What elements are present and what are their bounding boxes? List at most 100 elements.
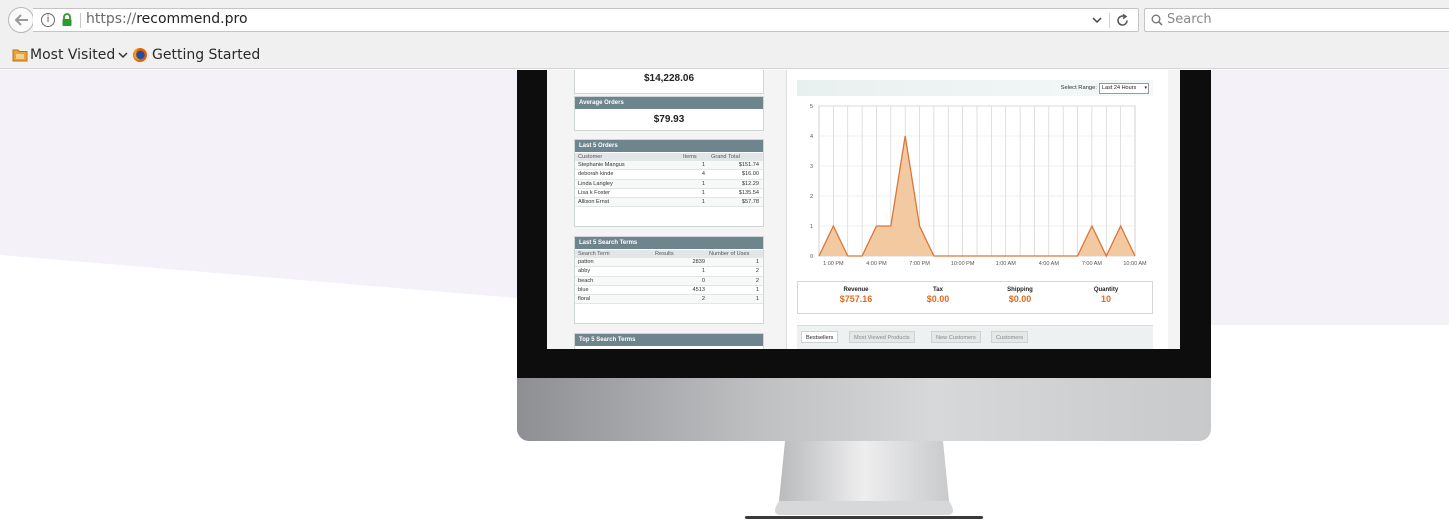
url-separator bbox=[80, 13, 81, 28]
items-cell: 4 bbox=[701, 171, 705, 178]
customer-cell: Lisa k Foster bbox=[578, 189, 611, 196]
total-quantity: Quantity 10 bbox=[1066, 287, 1146, 304]
tab-bestsellers[interactable]: Bestsellers bbox=[801, 331, 839, 343]
average-orders-card: Average Orders $79.93 bbox=[574, 96, 764, 131]
range-select[interactable]: Last 24 Hours ▾ bbox=[1099, 83, 1149, 94]
search-input[interactable]: Search bbox=[1167, 12, 1212, 27]
x-tick-label: 1:00 PM bbox=[823, 261, 844, 267]
total-value: $0.00 bbox=[1008, 294, 1032, 304]
dashboard-screen: $14,228.06 Average Orders $79.93 Last 5 … bbox=[547, 70, 1180, 349]
last-orders-table: Customer Items Grand Total Stephanie Man… bbox=[575, 153, 763, 208]
total-label: Revenue bbox=[843, 287, 869, 293]
y-tick-label: 1 bbox=[810, 224, 813, 230]
bookmarks-toolbar: Most Visited Getting Started bbox=[0, 40, 1449, 69]
search-icon bbox=[1151, 14, 1163, 26]
table-row[interactable]: Lisa k Foster 1 $135.54 bbox=[575, 188, 763, 199]
y-tick-label: 3 bbox=[810, 164, 813, 170]
url-text[interactable]: https://recommend.pro bbox=[86, 11, 248, 27]
table-row[interactable]: deborah kinde 4 $16.00 bbox=[575, 170, 763, 180]
total-tax: Tax $0.00 bbox=[898, 287, 978, 304]
page-content: $14,228.06 Average Orders $79.93 Last 5 … bbox=[0, 70, 1449, 522]
average-orders-title: Average Orders bbox=[575, 97, 763, 109]
customer-cell: Linda Langley bbox=[578, 180, 613, 187]
last-search-terms-title: Last 5 Search Terms bbox=[575, 237, 763, 249]
chevron-down-icon bbox=[118, 52, 128, 59]
tab-most-viewed-products[interactable]: Most Viewed Products bbox=[849, 331, 915, 343]
dashboard-right-panel: Select Range: Last 24 Hours ▾ 0 1 2 3 4 5 1:00… bbox=[786, 70, 1168, 349]
tab-new-customers[interactable]: New Customers bbox=[931, 331, 981, 343]
monitor-stand bbox=[745, 441, 983, 519]
total-cell: $135.54 bbox=[738, 189, 759, 196]
customer-cell: Allison Ernst bbox=[578, 199, 610, 206]
total-shipping: Shipping $0.00 bbox=[980, 287, 1060, 304]
tab-customers[interactable]: Customers bbox=[991, 331, 1029, 343]
column-header: Grand Total bbox=[711, 154, 740, 160]
x-tick-label: 4:00 PM bbox=[866, 261, 887, 267]
table-header-row: Search Term Results Number of Uses bbox=[575, 250, 763, 258]
table-row[interactable]: floral 2 1 bbox=[575, 295, 763, 305]
search-term-cell: floral bbox=[578, 296, 591, 303]
bookmark-most-visited[interactable]: Most Visited bbox=[12, 45, 128, 65]
table-row[interactable]: Stephanie Mangus 1 $151.74 bbox=[575, 161, 763, 171]
reload-icon[interactable] bbox=[1115, 13, 1130, 28]
x-tick-label: 7:00 AM bbox=[1082, 261, 1103, 267]
dashboard-tabs: Bestsellers Most Viewed Products New Cus… bbox=[797, 325, 1153, 349]
range-label: Select Range: bbox=[1060, 85, 1097, 91]
search-bar[interactable]: Search bbox=[1144, 8, 1449, 32]
items-cell: 1 bbox=[701, 199, 705, 206]
items-cell: 1 bbox=[701, 180, 705, 187]
last-search-terms-card: Last 5 Search Terms Search Term Results … bbox=[574, 236, 764, 324]
table-row[interactable]: patton 2839 1 bbox=[575, 258, 763, 268]
search-term-cell: beach bbox=[578, 277, 594, 284]
total-cell: $57.78 bbox=[741, 199, 759, 206]
total-value: 10 bbox=[1100, 294, 1111, 304]
monitor-mockup: $14,228.06 Average Orders $79.93 Last 5 … bbox=[517, 70, 1211, 519]
total-label: Shipping bbox=[1007, 287, 1033, 293]
last-orders-card: Last 5 Orders Customer Items Grand Total… bbox=[574, 139, 764, 227]
total-revenue: Revenue $757.16 bbox=[816, 287, 896, 304]
column-header: Search Term bbox=[578, 251, 610, 257]
info-icon[interactable]: i bbox=[41, 13, 55, 27]
x-tick-label: 7:00 PM bbox=[909, 261, 930, 267]
table-row[interactable]: abby 1 2 bbox=[575, 267, 763, 277]
search-term-cell: abby bbox=[578, 268, 591, 275]
uses-cell: 1 bbox=[755, 286, 759, 293]
history-dropdown-icon[interactable] bbox=[1092, 16, 1102, 24]
results-cell: 1 bbox=[701, 268, 705, 275]
last-search-terms-table: Search Term Results Number of Uses patto… bbox=[575, 250, 763, 305]
address-bar[interactable]: i https://recommend.pro bbox=[33, 8, 1139, 32]
column-header: Number of Uses bbox=[709, 251, 750, 257]
column-header: Results bbox=[655, 251, 674, 257]
table-row[interactable]: Linda Langley 1 $12.29 bbox=[575, 179, 763, 189]
total-cell: $151.74 bbox=[738, 162, 759, 168]
y-tick-label: 4 bbox=[810, 134, 813, 140]
uses-cell: 1 bbox=[755, 296, 759, 303]
bookmark-label: Getting Started bbox=[152, 47, 261, 63]
table-header-row: Customer Items Grand Total bbox=[575, 153, 763, 161]
url-host: recommend.pro bbox=[136, 11, 248, 27]
search-term-cell: blue bbox=[578, 286, 589, 293]
total-cell: $16.00 bbox=[741, 171, 759, 178]
table-row[interactable]: Allison Ernst 1 $57.78 bbox=[575, 198, 763, 208]
x-tick-label: 4:00 AM bbox=[1039, 261, 1060, 267]
uses-cell: 2 bbox=[755, 277, 759, 284]
back-button[interactable] bbox=[8, 7, 34, 33]
uses-cell: 2 bbox=[755, 268, 759, 275]
bookmark-label: Most Visited bbox=[30, 47, 116, 63]
results-cell: 4513 bbox=[692, 286, 705, 293]
top-search-terms-title: Top 5 Search Terms bbox=[575, 334, 763, 346]
back-arrow-icon bbox=[15, 14, 28, 26]
total-cell: $12.29 bbox=[741, 180, 759, 187]
y-tick-label: 5 bbox=[810, 104, 813, 110]
items-cell: 1 bbox=[701, 162, 705, 168]
firefox-icon bbox=[133, 48, 147, 62]
search-term-cell: patton bbox=[578, 259, 594, 265]
table-row[interactable]: blue 4513 1 bbox=[575, 285, 763, 296]
average-orders-value: $79.93 bbox=[653, 114, 685, 125]
table-row[interactable]: beach 0 2 bbox=[575, 276, 763, 286]
lock-icon[interactable] bbox=[61, 13, 73, 27]
range-selected-value: Last 24 Hours bbox=[1102, 85, 1137, 91]
monitor-chin bbox=[517, 378, 1211, 441]
lifetime-sales-card: $14,228.06 bbox=[574, 70, 764, 94]
bookmark-getting-started[interactable]: Getting Started bbox=[132, 45, 260, 65]
